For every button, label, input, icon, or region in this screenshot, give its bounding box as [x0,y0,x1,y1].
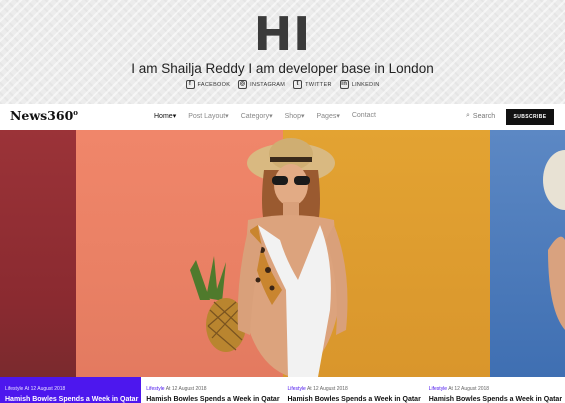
nav-menu: Home▾ Post Layout▾ Category▾ Shop▾ Pages… [154,112,376,120]
hero-image[interactable] [0,130,565,377]
post-date: At 12 August 2018 [165,386,207,392]
twitter-link[interactable]: t TWITTER [293,80,332,89]
chevron-down-icon: ▾ [225,113,229,120]
nav-label: Pages [316,113,337,120]
post-title[interactable]: Hamish Bowles Spends a Week in Qatar [429,396,565,403]
chevron-down-icon: ▾ [269,113,273,120]
brand-name: News360 [10,108,74,124]
post-meta: Lifestyle At 12 August 2018 [429,386,565,392]
hat-fragment [543,150,565,210]
linkedin-icon: in [339,80,349,89]
chevron-down-icon: ▾ [300,113,305,120]
social-label: FACEBOOK [197,81,231,88]
nav-label: Home [154,113,173,120]
post-card[interactable]: Lifestyle At 12 August 2018 Hamish Bowle… [423,377,565,403]
post-category[interactable]: Lifestyle [288,386,306,392]
post-meta: Lifestyle At 12 August 2018 [146,386,282,392]
social-links: f FACEBOOK ◎ INSTAGRAM t TWITTER in LINK… [0,80,565,89]
post-title[interactable]: Hamish Bowles Spends a Week in Qatar [5,396,141,403]
nav-label: Post Layout [188,113,226,120]
instagram-link[interactable]: ◎ INSTAGRAM [238,80,285,89]
post-date: At 12 August 2018 [24,386,66,392]
main-navbar: News360o Home▾ Post Layout▾ Category▾ Sh… [0,104,565,131]
top-banner: HI I am Shailja Reddy I am developer bas… [0,0,565,104]
twitter-icon: t [293,80,303,89]
post-card[interactable]: Lifestyle At 12 August 2018 Hamish Bowle… [282,377,424,403]
social-label: INSTAGRAM [250,81,286,88]
post-category[interactable]: Lifestyle [429,386,447,392]
post-date: At 12 August 2018 [448,386,490,392]
chevron-down-icon: ▾ [336,113,340,120]
linkedin-link[interactable]: in LINKEDIN [339,80,380,89]
post-category[interactable]: Lifestyle [146,386,164,392]
brand-sup: o [73,108,78,117]
sunglasses-right [294,176,310,185]
pineapple-leaves [190,256,226,302]
leopard-spot [269,285,275,291]
social-label: TWITTER [305,81,332,88]
post-meta: Lifestyle At 12 August 2018 [5,386,141,392]
search-button[interactable]: ⌕ Search [466,112,495,120]
chevron-down-icon: ▾ [172,113,177,120]
nav-item-pages[interactable]: Pages▾ [316,112,339,120]
post-meta: Lifestyle At 12 August 2018 [288,386,424,392]
post-title[interactable]: Hamish Bowles Spends a Week in Qatar [146,396,282,403]
nav-item-category[interactable]: Category▾ [241,112,273,120]
featured-posts: Lifestyle At 12 August 2018 Hamish Bowle… [0,377,565,403]
search-icon: ⌕ [466,112,470,119]
search-label: Search [472,112,496,120]
arm-fragment [548,236,565,330]
facebook-icon: f [185,80,195,89]
leopard-spot [255,277,261,283]
model-illustration [190,138,565,377]
hat-band [270,157,312,162]
post-card[interactable]: Lifestyle At 12 August 2018 Hamish Bowle… [0,377,142,403]
post-category[interactable]: Lifestyle [5,386,23,392]
leopard-spot [265,267,271,273]
brand-logo[interactable]: News360o [10,108,78,123]
nav-item-contact[interactable]: Contact [352,112,376,120]
site-logo[interactable]: HI [0,8,565,60]
subscribe-button[interactable]: SUBSCRIBE [506,109,554,125]
facebook-link[interactable]: f FACEBOOK [185,80,231,89]
nav-item-shop[interactable]: Shop▾ [285,112,305,120]
social-label: LINKEDIN [351,81,380,88]
sunglasses-left [272,176,288,185]
tagline: I am Shailja Reddy I am developer base i… [131,61,434,76]
nav-label: Category [240,113,270,120]
post-date: At 12 August 2018 [306,386,348,392]
nav-label: Shop [284,113,301,120]
nav-item-home[interactable]: Home▾ [154,112,176,120]
post-title[interactable]: Hamish Bowles Spends a Week in Qatar [288,396,424,403]
nav-item-post-layout[interactable]: Post Layout▾ [188,112,228,120]
post-card[interactable]: Lifestyle At 12 August 2018 Hamish Bowle… [141,377,283,403]
instagram-icon: ◎ [238,80,248,89]
